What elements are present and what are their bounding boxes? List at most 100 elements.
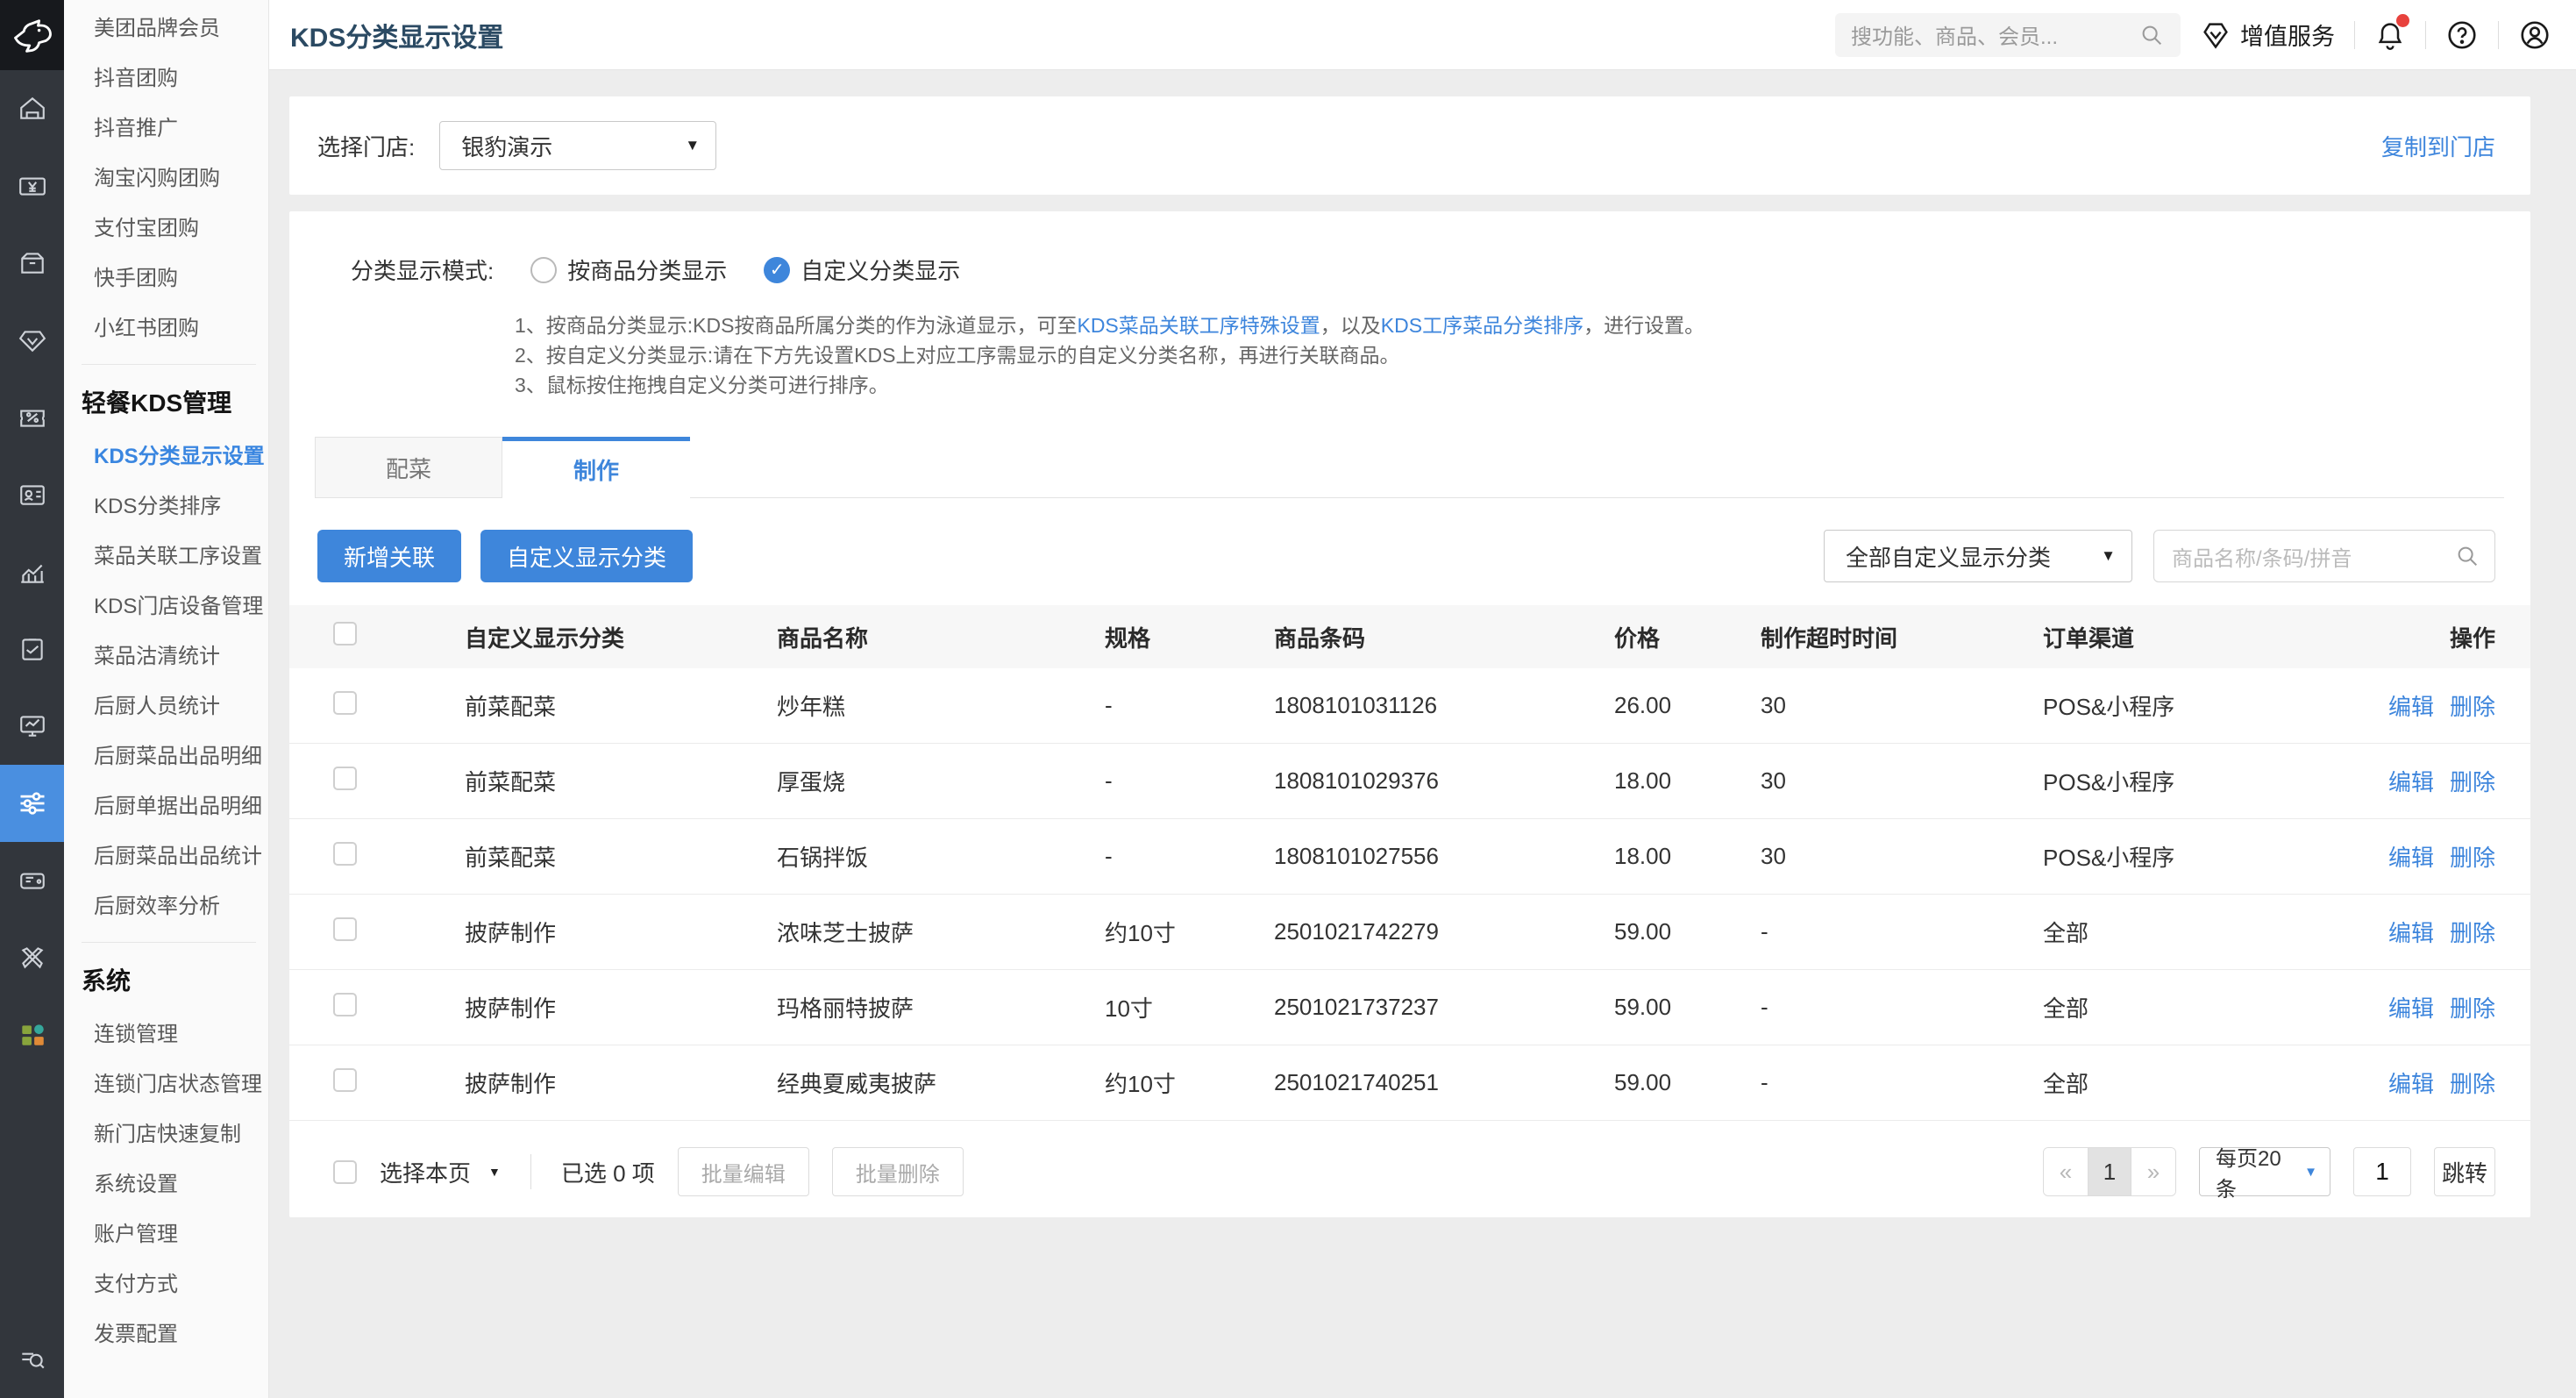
cell-timeout: - [1761,1069,2043,1096]
add-association-button[interactable]: 新增关联 [317,530,461,582]
store-select[interactable]: 银豹演示 ▼ [439,121,716,170]
select-page-dropdown[interactable]: 选择本页 ▼ [380,1156,501,1188]
delete-link[interactable]: 删除 [2450,769,2495,795]
sidebar-item[interactable]: 抖音团购 [64,53,268,103]
delete-link[interactable]: 删除 [2450,845,2495,871]
sidebar-item[interactable]: 后厨单据出品明细 [64,781,268,831]
row-checkbox[interactable] [333,767,357,790]
jump-button[interactable]: 跳转 [2434,1147,2495,1196]
batch-edit-button[interactable]: 批量编辑 [678,1147,809,1196]
radio-by-product-category[interactable]: 按商品分类显示 [530,253,727,286]
monitor-icon[interactable] [0,688,64,765]
sidebar-item[interactable]: 菜品关联工序设置 [64,531,268,581]
sidebar-item[interactable]: 后厨人员统计 [64,681,268,731]
help-icon[interactable] [2445,18,2479,52]
header-divider [2498,21,2499,49]
delete-link[interactable]: 删除 [2450,694,2495,720]
edit-link[interactable]: 编辑 [2388,1071,2434,1097]
sidebar-item[interactable]: 后厨菜品出品明细 [64,731,268,781]
product-icon[interactable] [0,225,64,302]
money-icon[interactable] [0,147,64,225]
edit-link[interactable]: 编辑 [2388,995,2434,1022]
menu-search-icon[interactable] [0,1328,64,1389]
cell-timeout: - [1761,994,2043,1021]
analytics-icon[interactable] [0,533,64,610]
sidebar-item[interactable]: 连锁管理 [64,1009,268,1059]
row-checkbox[interactable] [333,917,357,941]
sidebar-item[interactable]: 后厨菜品出品统计 [64,831,268,881]
sidebar-item[interactable]: KDS分类显示设置 [64,432,268,481]
sidebar-item[interactable]: 快手团购 [64,253,268,303]
kds-settings-icon[interactable] [0,765,64,842]
sidebar-item[interactable]: 新门店快速复制 [64,1109,268,1159]
account-avatar-icon[interactable] [2518,18,2551,52]
pospal-logo[interactable] [0,0,64,70]
sidebar-item[interactable]: 发票配置 [64,1309,268,1359]
sidebar-item[interactable]: 连锁门店状态管理 [64,1059,268,1109]
col-price: 价格 [1614,621,1761,653]
report-icon[interactable] [0,610,64,688]
sidebar-item[interactable]: 支付方式 [64,1259,268,1309]
batch-delete-button[interactable]: 批量删除 [832,1147,964,1196]
sidebar-item[interactable]: 账户管理 [64,1209,268,1259]
sidebar-item[interactable]: 美团品牌会员 [64,4,268,53]
prev-page-button[interactable]: « [2044,1148,2088,1195]
cell-spec: 10寸 [1105,991,1274,1024]
home-icon[interactable] [0,70,64,147]
cell-spec: 约10寸 [1105,1066,1274,1099]
delete-link[interactable]: 删除 [2450,995,2495,1022]
membership-icon[interactable] [0,302,64,379]
jump-page-input[interactable] [2353,1147,2411,1196]
kds-process-special-link[interactable]: KDS菜品关联工序特殊设置 [1077,314,1320,337]
page-size-select[interactable]: 每页20条 ▼ [2199,1147,2330,1196]
row-checkbox[interactable] [333,842,357,866]
next-page-button[interactable]: » [2131,1148,2175,1195]
global-search-input[interactable]: 搜功能、商品、会员... [1835,13,2181,57]
select-all-checkbox[interactable] [333,622,357,646]
cell-timeout: 30 [1761,843,2043,870]
custom-display-category-button[interactable]: 自定义显示分类 [480,530,693,582]
apps-icon[interactable] [0,996,64,1073]
coupon-icon[interactable] [0,379,64,456]
table-row: 前菜配菜炒年糕-180810103112626.0030POS&小程序编辑删除 [289,668,2530,744]
sidebar-item[interactable]: 菜品沽清统计 [64,631,268,681]
edit-link[interactable]: 编辑 [2388,769,2434,795]
row-checkbox[interactable] [333,993,357,1016]
edit-link[interactable]: 编辑 [2388,694,2434,720]
notifications-bell-icon[interactable] [2374,19,2406,51]
current-page[interactable]: 1 [2088,1148,2131,1195]
radio-custom-category[interactable]: ✓ 自定义分类显示 [764,253,960,286]
footer-select-checkbox[interactable] [333,1160,357,1184]
cell-timeout: - [1761,918,2043,945]
edit-link[interactable]: 编辑 [2388,920,2434,946]
product-search-input[interactable]: 商品名称/条码/拼音 [2153,530,2495,582]
delete-link[interactable]: 删除 [2450,1071,2495,1097]
sidebar-item[interactable]: 小红书团购 [64,303,268,353]
row-checkbox[interactable] [333,1068,357,1092]
edit-link[interactable]: 编辑 [2388,845,2434,871]
cell-timeout: 30 [1761,767,2043,795]
instructions: 1、按商品分类显示:KDS按商品所属分类的作为泳道显示，可至KDS菜品关联工序特… [515,310,2530,400]
tab-zhizuo[interactable]: 制作 [502,437,690,498]
sidebar-item[interactable]: 后厨效率分析 [64,881,268,931]
delete-link[interactable]: 删除 [2450,920,2495,946]
value-added-services-button[interactable]: 增值服务 [2200,18,2335,52]
copy-to-store-link[interactable]: 复制到门店 [2381,130,2495,162]
sidebar-item[interactable]: KDS门店设备管理 [64,581,268,631]
device-icon[interactable] [0,842,64,919]
cell-barcode: 2501021740251 [1274,1069,1614,1096]
display-mode-row: 分类显示模式: 按商品分类显示 ✓ 自定义分类显示 [289,211,2530,286]
sidebar-item[interactable]: 抖音推广 [64,103,268,153]
cell-price: 59.00 [1614,1069,1761,1096]
tools-icon[interactable] [0,919,64,996]
sidebar-item[interactable]: 淘宝闪购团购 [64,153,268,203]
sidebar-item[interactable]: 支付宝团购 [64,203,268,253]
row-checkbox[interactable] [333,691,357,715]
tab-peicai[interactable]: 配菜 [315,437,502,498]
kds-settings-card: 分类显示模式: 按商品分类显示 ✓ 自定义分类显示 1、按商品分类显示:KDS按… [289,211,2530,1217]
sidebar-item[interactable]: KDS分类排序 [64,481,268,531]
sidebar-item[interactable]: 系统设置 [64,1159,268,1209]
kds-process-sort-link[interactable]: KDS工序菜品分类排序 [1381,314,1583,337]
staff-card-icon[interactable] [0,456,64,533]
category-filter-select[interactable]: 全部自定义显示分类 ▼ [1824,530,2132,582]
